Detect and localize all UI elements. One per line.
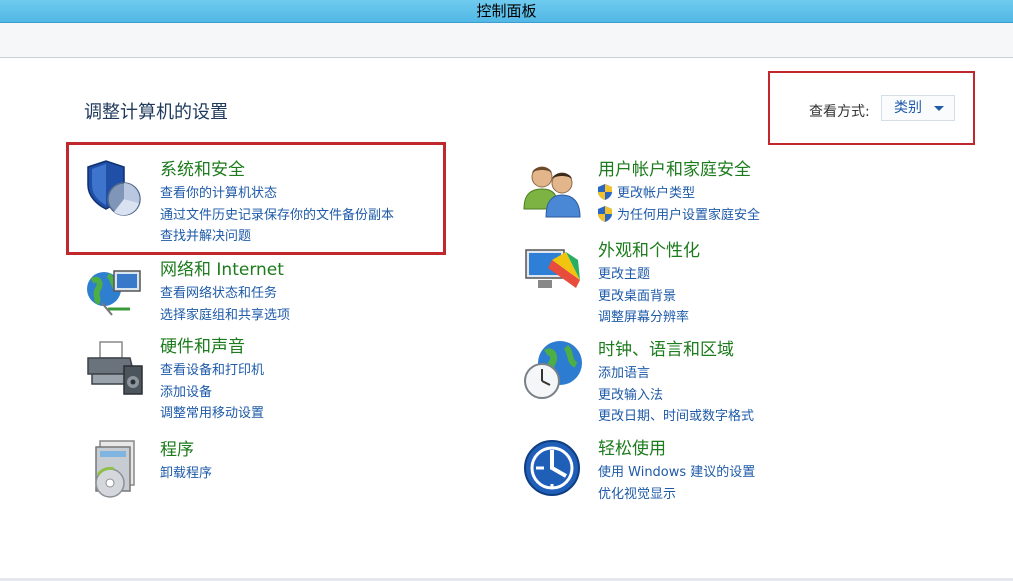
link-uninstall-program[interactable]: 卸载程序 <box>160 463 212 485</box>
link-add-device[interactable]: 添加设备 <box>160 382 264 404</box>
users-icon[interactable] <box>522 159 584 221</box>
chevron-down-icon <box>934 106 944 111</box>
link-homegroup-sharing[interactable]: 选择家庭组和共享选项 <box>160 305 290 327</box>
view-by-value: 类别 <box>894 100 922 116</box>
clock-globe-icon[interactable] <box>522 339 584 401</box>
link-label: 为任何用户设置家庭安全 <box>617 207 761 223</box>
category-title[interactable]: 用户帐户和家庭安全 <box>598 159 751 181</box>
link-devices-printers[interactable]: 查看设备和打印机 <box>160 360 264 382</box>
programs-icon[interactable] <box>84 439 146 501</box>
view-by-dropdown[interactable]: 类别 <box>881 95 955 121</box>
link-label: 更改帐户类型 <box>617 186 696 201</box>
link-change-input-method[interactable]: 更改输入法 <box>598 385 754 407</box>
link-file-history-backup[interactable]: 通过文件历史记录保存你的文件备份副本 <box>160 205 394 227</box>
address-toolbar <box>0 23 1013 58</box>
category-title[interactable]: 系统和安全 <box>160 159 245 181</box>
category-title[interactable]: 硬件和声音 <box>160 336 245 358</box>
link-change-account-type[interactable]: 更改帐户类型 <box>598 183 760 205</box>
link-add-language[interactable]: 添加语言 <box>598 363 754 385</box>
appearance-icon[interactable] <box>522 240 584 302</box>
category-title[interactable]: 轻松使用 <box>598 438 666 460</box>
category-title[interactable]: 外观和个性化 <box>598 240 700 262</box>
link-family-safety[interactable]: 为任何用户设置家庭安全 <box>598 205 760 227</box>
category-title[interactable]: 程序 <box>160 439 194 461</box>
network-icon[interactable] <box>84 259 146 321</box>
link-optimize-display[interactable]: 优化视觉显示 <box>598 484 755 506</box>
link-troubleshoot[interactable]: 查找并解决问题 <box>160 226 394 248</box>
category-title[interactable]: 网络和 Internet <box>160 259 284 281</box>
link-view-computer-status[interactable]: 查看你的计算机状态 <box>160 183 394 205</box>
page-title: 调整计算机的设置 <box>84 102 228 123</box>
link-windows-recommended[interactable]: 使用 Windows 建议的设置 <box>598 462 755 484</box>
control-panel-main: 调整计算机的设置 查看方式: 类别 系统和安全 查看你的计算机状态 通过文件历史… <box>0 58 1013 581</box>
category-title[interactable]: 时钟、语言和区域 <box>598 339 734 361</box>
uac-shield-icon <box>598 184 612 200</box>
shield-icon[interactable] <box>84 159 146 221</box>
link-desktop-background[interactable]: 更改桌面背景 <box>598 286 689 308</box>
view-by-label: 查看方式: <box>809 104 870 120</box>
ease-of-access-icon[interactable] <box>522 438 584 500</box>
printer-icon[interactable] <box>84 336 146 398</box>
uac-shield-icon <box>598 205 612 222</box>
link-screen-resolution[interactable]: 调整屏幕分辨率 <box>598 307 689 329</box>
title-bar: 控制面板 <box>0 0 1013 23</box>
window-title: 控制面板 <box>476 2 537 20</box>
link-change-theme[interactable]: 更改主题 <box>598 264 689 286</box>
link-network-status[interactable]: 查看网络状态和任务 <box>160 283 290 305</box>
link-mobility-settings[interactable]: 调整常用移动设置 <box>160 403 264 425</box>
link-date-time-format[interactable]: 更改日期、时间或数字格式 <box>598 406 754 428</box>
